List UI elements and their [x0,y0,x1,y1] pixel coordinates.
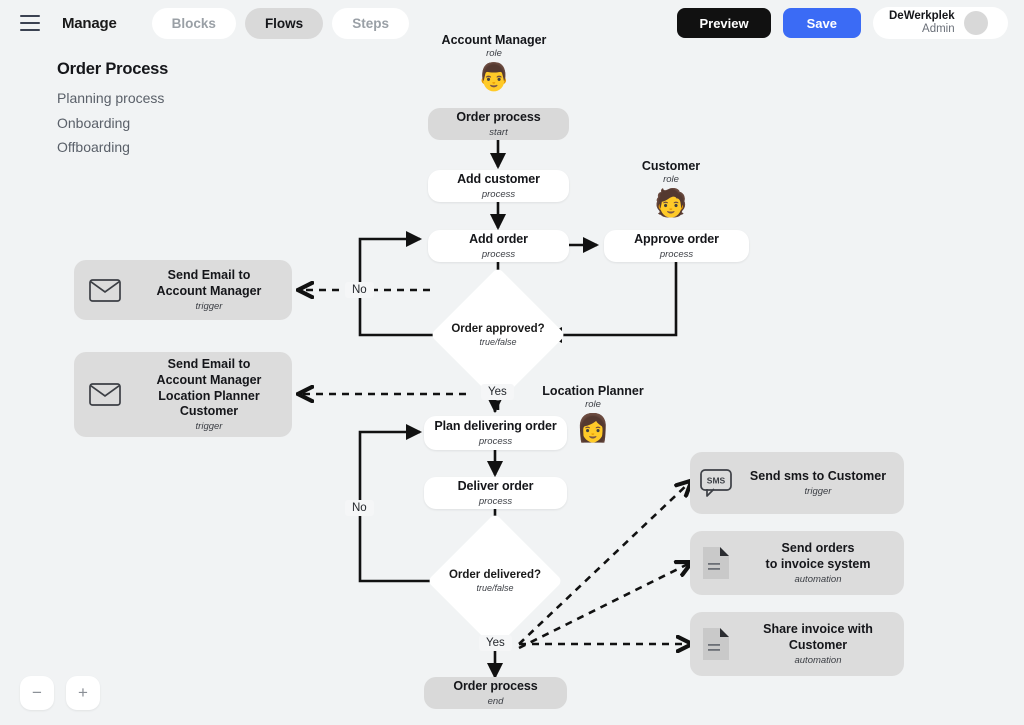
sidebar-item-offboarding[interactable]: Offboarding [57,135,267,160]
zoom-in-button[interactable]: + [66,676,100,710]
card-send-email-account-manager[interactable]: Send Email to Account Manager trigger [74,260,292,320]
node-subtitle: end [487,695,504,707]
decision-title: Order delivered? [448,569,542,582]
role-location-planner: Location Planner role 👩 [530,384,656,442]
card-subtitle: trigger [195,420,223,432]
account-role: Admin [922,23,955,35]
role-name: Location Planner [542,384,644,398]
node-title: Order process [456,110,541,125]
card-body: Send orders to invoice system automation [742,541,904,584]
envelope-icon [74,383,136,406]
node-title: Deliver order [457,479,534,494]
node-approve-order[interactable]: Approve order process [604,230,749,262]
card-title-line-2: Account Manager [156,284,262,298]
document-icon [690,546,742,580]
sidebar-item-onboarding[interactable]: Onboarding [57,111,267,136]
node-subtitle: start [489,126,508,138]
node-subtitle: process [481,188,516,200]
view-tab-group: Blocks Flows Steps [151,7,409,39]
preview-button[interactable]: Preview [677,8,771,38]
zoom-controls: − + [20,676,100,710]
node-title: Add customer [457,172,540,187]
tab-flows[interactable]: Flows [244,7,324,39]
node-subtitle: process [659,248,694,260]
role-customer: Customer role 🧑 [623,159,719,217]
card-subtitle: automation [794,654,842,666]
node-subtitle: process [478,435,513,447]
node-title: Order process [453,679,538,694]
card-body: Send Email to Account Manager trigger [136,268,292,311]
card-title-line-1: Send Email to [167,268,251,283]
sms-bubble-icon: SMS [690,468,742,498]
envelope-icon [74,278,136,302]
node-deliver-order[interactable]: Deliver order process [424,477,567,509]
page-title: Order Process [57,60,169,78]
edge-label-no-delivered: No [345,500,374,516]
card-subtitle: automation [794,573,842,585]
decision-order-approved[interactable]: Order approved? true/false [430,267,566,403]
card-title-line-1: Share invoice with [763,622,873,637]
tab-blocks[interactable]: Blocks [151,7,236,39]
card-title-line-2: to invoice system [765,557,871,571]
hamburger-icon[interactable] [20,15,40,31]
card-title-line-2: Customer [788,638,848,652]
edge-label-yes-delivered: Yes [479,635,512,651]
edge-label-no-approved: No [345,282,374,298]
card-subtitle: trigger [804,485,832,497]
tab-steps[interactable]: Steps [332,7,409,39]
node-subtitle: process [481,248,516,260]
decision-title: Order approved? [451,323,545,336]
svg-text:SMS: SMS [707,475,726,485]
card-title-line-4: Customer [179,404,239,419]
card-title-line-1: Send sms to Customer [749,469,887,484]
sidebar-item-planning-process[interactable]: Planning process [57,86,267,111]
decision-text: Order approved? true/false [450,287,546,383]
card-body: Send Email to Account Manager Location P… [136,357,292,432]
avatar [963,11,988,35]
card-share-invoice-with-customer[interactable]: Share invoice with Customer automation [690,612,904,676]
card-subtitle: trigger [195,300,223,312]
account-name: DeWerkplek [889,9,955,22]
node-title: Approve order [634,232,719,247]
decision-order-delivered[interactable]: Order delivered? true/false [427,513,563,649]
document-icon [690,627,742,661]
card-title-line-2: Account Manager [156,372,262,387]
node-order-process-start[interactable]: Order process start [428,108,569,140]
node-add-customer[interactable]: Add customer process [428,170,569,202]
edge-label-yes-approved: Yes [481,384,514,400]
card-body: Send sms to Customer trigger [742,469,904,497]
app-brand-title: Manage [62,14,117,32]
node-subtitle: process [478,495,513,507]
role-avatar-icon: 👨 [477,62,511,92]
card-title-line-1: Send orders [781,541,855,556]
card-send-orders-to-invoice-system[interactable]: Send orders to invoice system automation [690,531,904,595]
role-subtitle: role [486,48,502,59]
node-add-order[interactable]: Add order process [428,230,569,262]
role-name: Customer [641,159,701,173]
node-order-process-end[interactable]: Order process end [424,677,567,709]
card-send-sms-to-customer[interactable]: SMS Send sms to Customer trigger [690,452,904,514]
account-text: DeWerkplek Admin [889,10,955,36]
flow-list-sidebar: Order Process Planning process Onboardin… [57,60,267,160]
card-title-line-1: Send Email to [167,357,251,372]
card-body: Share invoice with Customer automation [742,622,904,665]
decision-subtitle: true/false [479,336,517,347]
decision-subtitle: true/false [476,582,514,593]
zoom-out-button[interactable]: − [20,676,54,710]
role-avatar-icon: 👩 [576,413,610,443]
role-subtitle: role [663,174,679,185]
account-menu[interactable]: DeWerkplek Admin [873,7,1008,39]
card-title-line-3: Location Planner [158,388,260,403]
app-header: Manage Blocks Flows Steps Preview Save D… [0,0,1024,46]
header-actions: Preview Save DeWerkplek Admin [677,7,1008,39]
decision-text: Order delivered? true/false [447,533,543,629]
role-avatar-icon: 🧑 [654,188,688,218]
save-button[interactable]: Save [782,8,861,38]
role-subtitle: role [585,399,601,410]
card-send-email-multi-recipients[interactable]: Send Email to Account Manager Location P… [74,352,292,437]
node-title: Add order [469,232,528,247]
